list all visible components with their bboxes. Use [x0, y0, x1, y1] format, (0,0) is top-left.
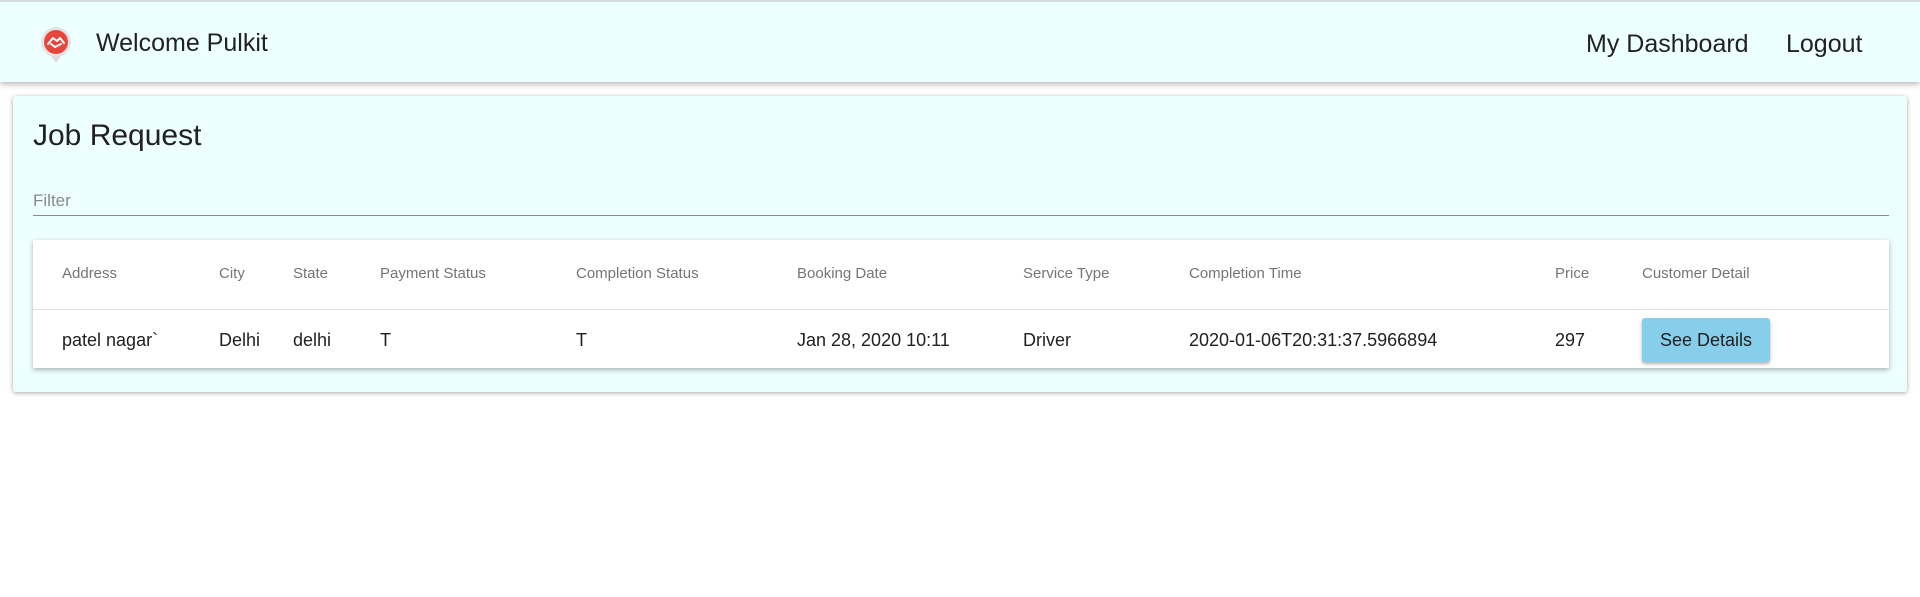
cell-service-type: Driver	[1023, 330, 1071, 350]
filter-field	[33, 188, 1889, 216]
column-header-price[interactable]: Price	[1555, 265, 1589, 283]
filter-input[interactable]	[33, 188, 1889, 214]
logout-link[interactable]: Logout	[1786, 29, 1862, 59]
handshake-pin-icon[interactable]	[40, 26, 72, 64]
table-header-row: Address City State Payment Status Comple…	[33, 240, 1889, 310]
column-header-service-type[interactable]: Service Type	[1023, 265, 1109, 283]
column-header-payment-status[interactable]: Payment Status	[380, 265, 486, 283]
see-details-button[interactable]: See Details	[1642, 318, 1770, 362]
top-navbar: Welcome Pulkit My Dashboard Logout	[0, 0, 1920, 82]
job-request-card: Job Request Address City State Payment S…	[13, 96, 1907, 392]
column-header-state[interactable]: State	[293, 265, 328, 283]
column-header-booking-date[interactable]: Booking Date	[797, 265, 887, 283]
column-header-completion-status[interactable]: Completion Status	[576, 265, 699, 283]
cell-address: patel nagar`	[62, 330, 159, 350]
my-dashboard-link[interactable]: My Dashboard	[1586, 29, 1749, 59]
welcome-text: Welcome Pulkit	[96, 29, 268, 57]
page-title: Job Request	[33, 119, 202, 152]
cell-price: 297	[1555, 330, 1586, 350]
cell-booking-date: Jan 28, 2020 10:11	[797, 330, 950, 350]
column-header-customer-detail[interactable]: Customer Detail	[1642, 265, 1750, 283]
job-request-table: Address City State Payment Status Comple…	[33, 240, 1889, 368]
table-row: patel nagar` Delhi delhi T T Jan 28, 202…	[33, 310, 1889, 368]
cell-payment-status: T	[380, 330, 391, 350]
column-header-city[interactable]: City	[219, 265, 245, 283]
cell-completion-status: T	[576, 330, 587, 350]
cell-completion-time: 2020-01-06T20:31:37.5966894	[1189, 330, 1438, 350]
column-header-address[interactable]: Address	[62, 265, 117, 283]
column-header-completion-time[interactable]: Completion Time	[1189, 265, 1302, 283]
cell-city: Delhi	[219, 330, 261, 350]
cell-state: delhi	[293, 330, 332, 350]
